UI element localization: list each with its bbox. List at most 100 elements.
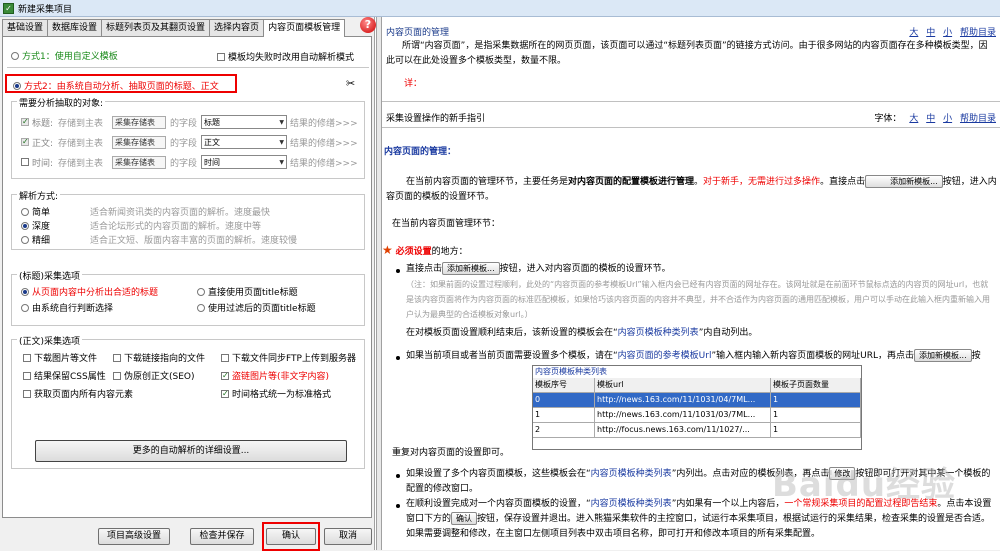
add-template-button[interactable]: 添加新模板... <box>914 349 972 362</box>
fallback-option[interactable]: 模板均失败时改用自动解析模式 <box>217 50 354 63</box>
settings-pane: 基础设置 数据库设置 标题列表页及其翻页设置 选择内容页 内容页面模板管理 ? … <box>0 17 376 551</box>
title-opt-analyze[interactable]: 从页面内容中分析出合适的标题 <box>21 285 158 298</box>
window-title: 新建采集项目 <box>18 4 73 15</box>
title-opt-radio[interactable] <box>21 287 29 296</box>
refine-link[interactable]: 结果的修缮>>> <box>290 136 358 149</box>
tab-database[interactable]: 数据库设置 <box>47 19 103 36</box>
confirm-inline-button[interactable]: 确认 <box>451 512 478 525</box>
opt-all-elements[interactable]: 获取页面内所有内容元素 <box>23 387 133 400</box>
title-opt-radio[interactable] <box>197 303 205 312</box>
title-opt-label: 从页面内容中分析出合适的标题 <box>32 288 159 298</box>
opt-keep-css[interactable]: 结果保留CSS属性 <box>23 369 106 382</box>
star-icon: ★ <box>382 243 393 257</box>
size-links: 大 中 小 帮助目录 <box>904 25 996 38</box>
fallback-checkbox[interactable] <box>217 52 225 61</box>
parse-deep-radio[interactable] <box>21 221 29 230</box>
fallback-label: 模板均失败时改用自动解析模式 <box>228 53 355 63</box>
divider <box>382 101 1000 102</box>
opt-ftp-upload[interactable]: 下载文件同步FTP上传到服务器 <box>221 351 356 364</box>
tools-icon[interactable]: ✂ <box>346 77 355 90</box>
parse-desc: 适合新闻资讯类的内容页面的解析。速度最快 <box>90 208 271 218</box>
opt-checkbox[interactable] <box>23 353 31 362</box>
opt-download-links[interactable]: 下载链接指向的文件 <box>113 351 205 364</box>
repeat-text: 重复对内容页面的设置即可。 <box>392 448 510 458</box>
opt-label: 下载图片等文件 <box>34 354 98 364</box>
advanced-settings-button[interactable]: 项目高级设置 <box>98 528 170 545</box>
ok-button[interactable]: 确认 <box>266 528 316 545</box>
grid-row[interactable]: 2 http://focus.news.163.com/11/1027/... … <box>533 423 861 438</box>
more-settings-button[interactable]: 更多的自动解析的详细设置... <box>35 440 347 462</box>
size-small-link[interactable]: 小 <box>943 28 952 38</box>
mode2-option[interactable]: 方式2：由系统自动分析、抽取页面的标题、正文 <box>13 79 219 92</box>
field-select-title[interactable]: 标题 ▼ <box>201 115 288 129</box>
opt-download-images[interactable]: 下载图片等文件 <box>23 351 97 364</box>
field-select-time[interactable]: 时间 ▼ <box>201 155 288 169</box>
add-template-button[interactable]: 添加新模板... <box>865 175 943 188</box>
opt-label: 下载链接指向的文件 <box>124 354 206 364</box>
title-opt-radio[interactable] <box>21 303 29 312</box>
parse-deep[interactable]: 深度 适合论坛形式的内容页面的解析。速度中等 <box>21 219 261 232</box>
grid-row[interactable]: 0 http://news.163.com/11/1031/04/7ML... … <box>533 393 861 408</box>
font-large-link[interactable]: 大 <box>909 114 918 124</box>
mode2-radio[interactable] <box>13 81 21 90</box>
detail-label: 详： <box>404 79 423 89</box>
opt-hotlink[interactable]: ✓ 盗链图片等(非文字内容) <box>221 369 329 382</box>
font-small-link[interactable]: 小 <box>943 114 952 124</box>
help-index-link[interactable]: 帮助目录 <box>960 28 996 38</box>
bullet <box>396 474 400 478</box>
opt-checkbox[interactable] <box>23 371 31 380</box>
store-to-label: 存储到主表 <box>58 118 104 129</box>
size-large-link[interactable]: 大 <box>909 28 918 38</box>
parse-desc: 适合正文短、版面内容丰富的页面的解析。速度较慢 <box>90 236 298 246</box>
add-template-button[interactable]: 添加新模板... <box>442 262 500 275</box>
field-select-body[interactable]: 正文 ▼ <box>201 135 288 149</box>
title-opt-radio[interactable] <box>197 287 205 296</box>
opt-checkbox[interactable] <box>113 353 121 362</box>
parse-simple-radio[interactable] <box>21 207 29 216</box>
opt-checkbox[interactable] <box>113 371 121 380</box>
refine-link[interactable]: 结果的修缮>>> <box>290 156 358 169</box>
opt-label: 下载文件同步FTP上传到服务器 <box>232 354 356 364</box>
font-label: 字体： <box>874 113 902 124</box>
opt-pseudo-original[interactable]: 伪原创正文(SEO) <box>113 369 195 382</box>
tab-list-page[interactable]: 标题列表页及其翻页设置 <box>101 19 211 36</box>
bullet-1: 直接点击 添加新模板... 按钮，进入对内容页面的模板的设置环节。 <box>406 262 671 275</box>
table-field: 采集存储表 <box>112 155 166 169</box>
must-set-line: ★ 必须设置的地方： <box>382 243 468 257</box>
time-checkbox[interactable] <box>21 158 29 166</box>
grid-col: 模板url <box>595 378 771 393</box>
tab-content-page[interactable]: 选择内容页 <box>209 19 265 36</box>
title-opt-auto[interactable]: 由系统自行判断选择 <box>21 301 113 314</box>
mode1-option[interactable]: 方式1：使用自定义模板 <box>11 49 118 62</box>
opt-checkbox[interactable] <box>23 389 31 398</box>
title-opt-page-title[interactable]: 直接使用页面title标题 <box>197 285 298 298</box>
size-medium-link[interactable]: 中 <box>926 28 935 38</box>
check-save-button[interactable]: 检查并保存 <box>190 528 254 545</box>
parse-fine-radio[interactable] <box>21 235 29 244</box>
opt-checkbox[interactable] <box>221 353 229 362</box>
opt-checkbox[interactable]: ✓ <box>221 371 229 380</box>
bullet-1-note: （注：如果前面的设置过程顺利，此处的“内容页面的参考模板Url”输入框内会已经有… <box>406 280 990 319</box>
font-medium-link[interactable]: 中 <box>926 114 935 124</box>
parse-desc: 适合论坛形式的内容页面的解析。速度中等 <box>90 222 262 232</box>
title-checkbox[interactable]: ✓ <box>21 118 29 126</box>
body-checkbox[interactable]: ✓ <box>21 138 29 146</box>
title-opt-filtered[interactable]: 使用过滤后的页面title标题 <box>197 301 316 314</box>
help-icon[interactable]: ? <box>360 17 376 33</box>
grid-row[interactable]: 1 http://news.163.com/11/1031/03/7ML... … <box>533 408 861 423</box>
guide-help-link[interactable]: 帮助目录 <box>960 114 996 124</box>
parse-fine[interactable]: 精细 适合正文短、版面内容丰富的页面的解析。速度较慢 <box>21 233 297 246</box>
parse-name: 精细 <box>32 236 51 246</box>
opt-checkbox[interactable]: ✓ <box>221 389 229 398</box>
tab-basic[interactable]: 基础设置 <box>2 19 49 36</box>
opt-time-format[interactable]: ✓ 时间格式统一为标准格式 <box>221 387 331 400</box>
parse-simple[interactable]: 简单 适合新闻资讯类的内容页面的解析。速度最快 <box>21 205 270 218</box>
intro-text: 所谓“内容页面”，是指采集数据所在的网页页面，该页面可以通过“标题列表页面”的链… <box>386 41 988 66</box>
tab-template-manage[interactable]: 内容页面模板管理 <box>263 19 346 37</box>
refine-link[interactable]: 结果的修缮>>> <box>290 116 358 129</box>
bullet <box>396 356 400 360</box>
cancel-button[interactable]: 取消 <box>324 528 372 545</box>
parse-name: 简单 <box>32 208 51 218</box>
title-opt-label: 直接使用页面title标题 <box>208 288 298 298</box>
mode1-radio[interactable] <box>11 51 19 60</box>
